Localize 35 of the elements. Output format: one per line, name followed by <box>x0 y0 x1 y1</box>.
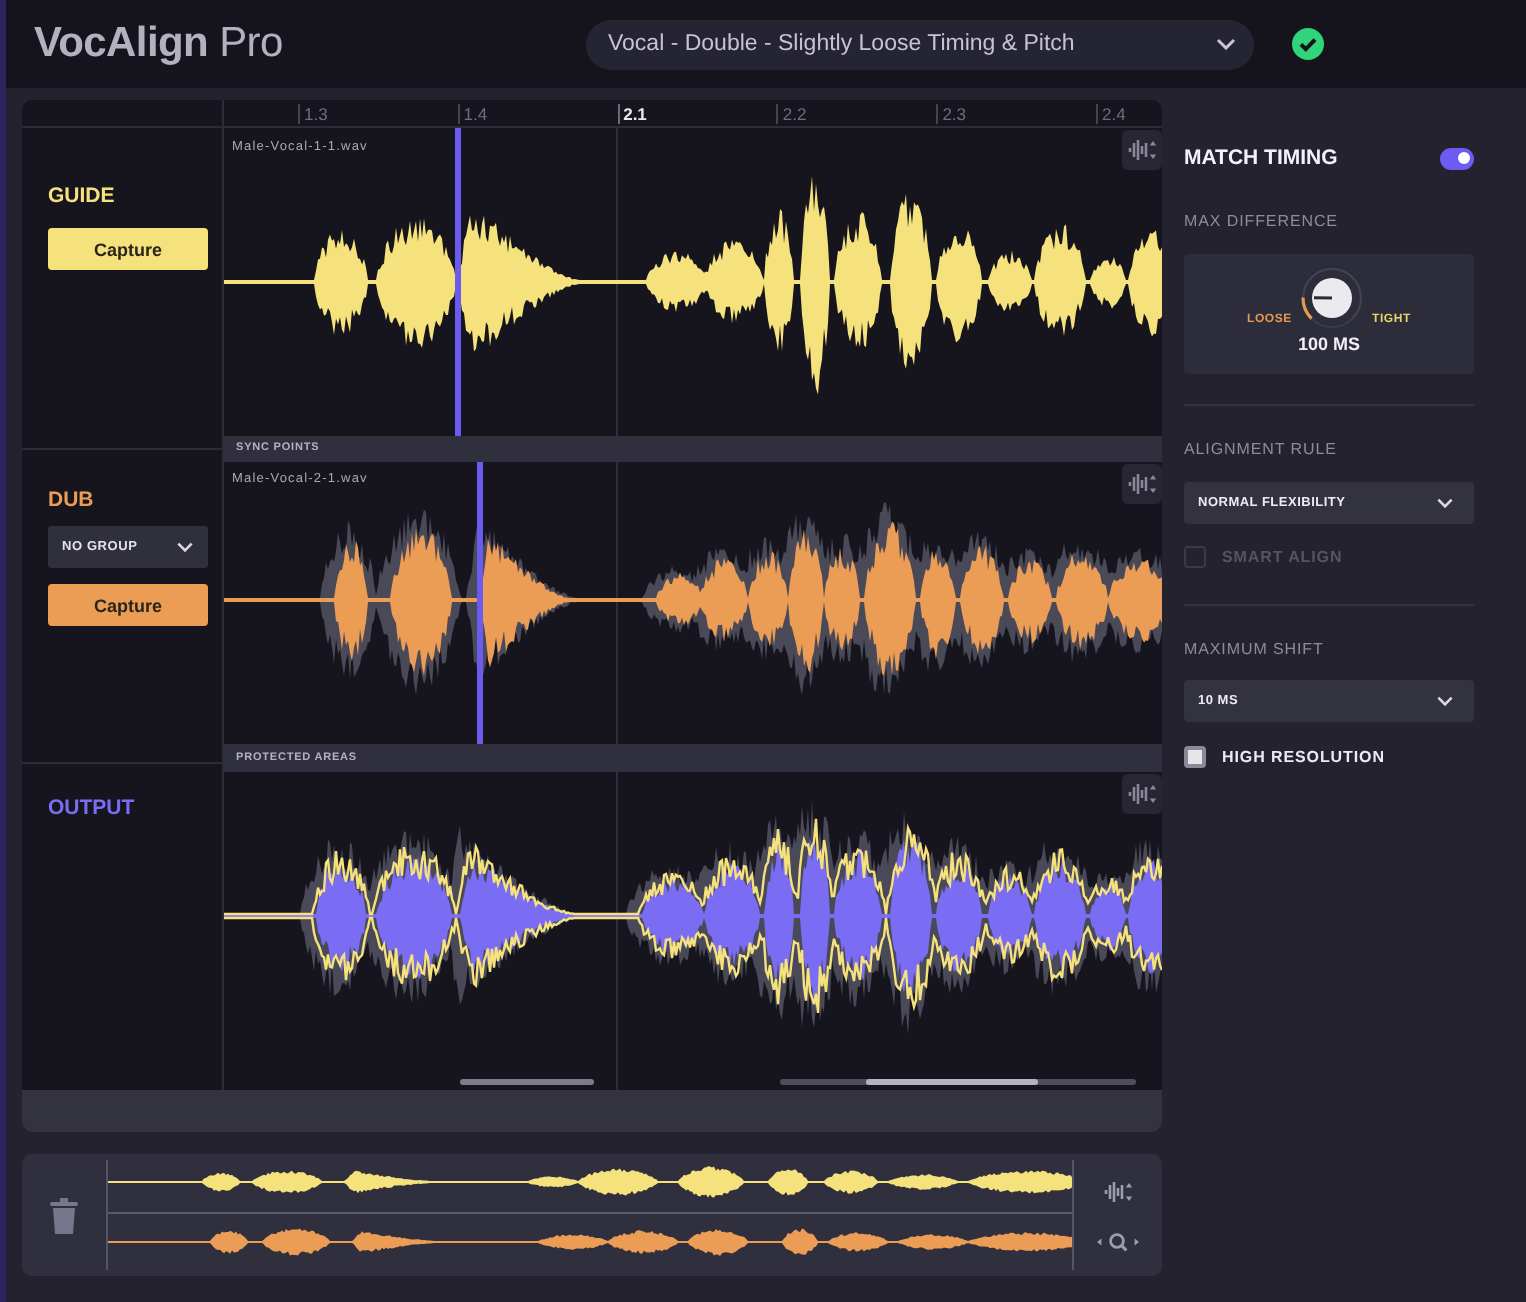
maximum-shift-label: MAXIMUM SHIFT <box>1184 638 1324 662</box>
high-resolution-label: HIGH RESOLUTION <box>1222 748 1385 766</box>
waveform-arrows-icon[interactable] <box>1122 774 1162 814</box>
max-difference-knob[interactable] <box>1298 264 1366 332</box>
waveform-arrows-icon[interactable] <box>1122 464 1162 504</box>
scrollbar-thumb[interactable] <box>866 1079 1038 1085</box>
track-title: DUB <box>48 486 94 514</box>
waveform-arrows-icon[interactable] <box>1099 1176 1135 1208</box>
match-timing-label: MATCH TIMING <box>1184 146 1338 170</box>
check-circle-icon <box>1292 28 1324 60</box>
chevron-down-icon <box>1216 38 1236 50</box>
ruler-label: 1.4 <box>457 103 618 123</box>
scrollbar-thumb[interactable] <box>460 1079 594 1085</box>
match-timing-toggle[interactable] <box>1440 147 1474 169</box>
waveform-arrows-icon[interactable] <box>1122 130 1162 170</box>
capture-button[interactable]: Capture <box>48 584 208 626</box>
ruler-label: 2.2 <box>776 103 937 123</box>
ruler-label: 2.3 <box>936 103 1096 123</box>
preset-dropdown[interactable]: Vocal - Double - Slightly Loose Timing & Pitch <box>586 19 1254 69</box>
chevron-down-icon <box>1436 696 1454 706</box>
track-title: GUIDE <box>48 182 115 210</box>
track-title: OUTPUT <box>48 794 135 822</box>
zoom-icon[interactable] <box>1095 1232 1139 1254</box>
ruler-label: 2.4 <box>1095 103 1126 123</box>
max-difference-value: 100 MS <box>1297 334 1361 356</box>
high-resolution-checkbox[interactable] <box>1184 746 1206 768</box>
capture-button[interactable]: Capture <box>48 228 208 270</box>
alignment-rule-label: ALIGNMENT RULE <box>1184 438 1337 462</box>
trash-icon[interactable] <box>50 1197 78 1233</box>
app-logo: VocAlign Pro <box>34 20 283 68</box>
ruler-label: 1.3 <box>298 103 458 123</box>
max-difference-label: MAX DIFFERENCE <box>1184 210 1338 234</box>
chevron-down-icon <box>176 542 194 552</box>
ruler-label: 2.1 <box>617 103 777 123</box>
chevron-down-icon <box>1436 498 1454 508</box>
